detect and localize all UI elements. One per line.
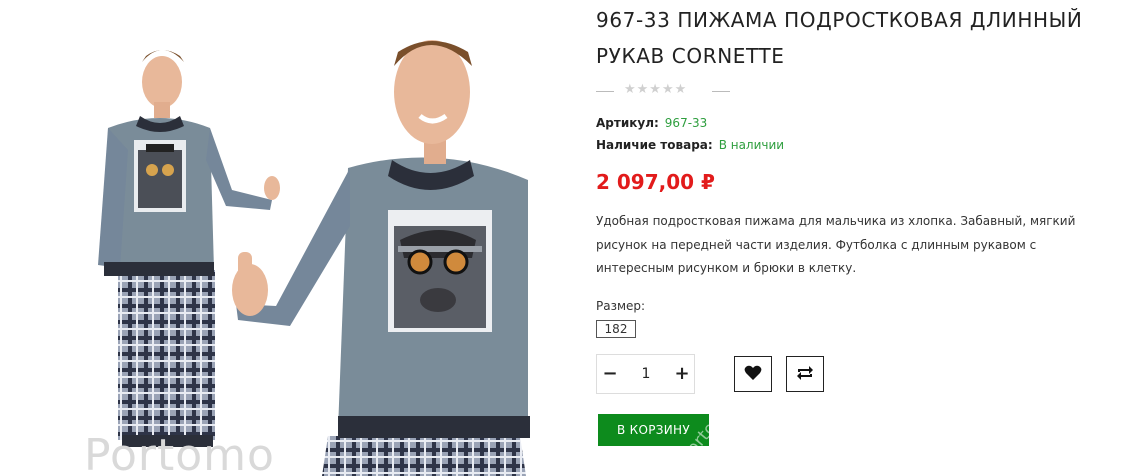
sku-value: 967-33 [664, 116, 708, 130]
rating-divider-right [712, 91, 730, 92]
rating-divider-left [596, 91, 614, 92]
product-image-gallery[interactable]: Portomo [0, 0, 575, 476]
availability-label: Наличие товара: [596, 138, 713, 152]
rating: ★★★★★ [596, 82, 736, 102]
product-description: Удобная подростковая пижама для мальчика… [596, 214, 1076, 275]
size-label: Размер: [596, 299, 646, 313]
minus-icon[interactable]: − [597, 355, 623, 393]
add-to-cart-label: В КОРЗИНУ [617, 423, 690, 437]
heart-icon [744, 365, 762, 380]
product-title: 967-33 ПИЖАМА ПОДРОСТКОВАЯ ДЛИННЫЙ РУКАВ… [596, 8, 1083, 68]
product-photo [98, 40, 530, 476]
watermark-text: Portomo [84, 430, 275, 476]
star-rating-icon[interactable]: ★★★★★ [624, 82, 687, 97]
product-price: 2 097,00 ₽ [596, 170, 715, 194]
availability-value: В наличии [718, 138, 785, 152]
compare-button[interactable] [786, 356, 824, 392]
quantity-value[interactable]: 1 [632, 355, 660, 393]
availability-row: Наличие товара: В наличии [596, 138, 784, 152]
model-full-body [98, 50, 280, 447]
add-to-cart-button[interactable]: В КОРЗИНУ portomo [598, 414, 709, 446]
size-option-182[interactable]: 182 [596, 320, 636, 338]
plus-icon[interactable]: + [669, 355, 695, 393]
compare-arrows-icon [797, 366, 813, 380]
model-close-up [232, 40, 530, 476]
quantity-stepper: − 1 + [596, 354, 695, 394]
sku-label: Артикул: [596, 116, 659, 130]
wishlist-button[interactable] [734, 356, 772, 392]
sku-row: Артикул: 967-33 [596, 116, 707, 130]
